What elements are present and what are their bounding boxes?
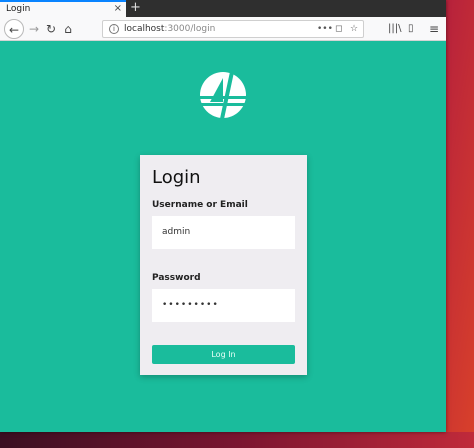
tab-title: Login bbox=[6, 4, 31, 14]
url-text: localhost:3000/login bbox=[124, 21, 215, 37]
new-tab-button[interactable]: + bbox=[130, 0, 141, 16]
close-tab-icon[interactable]: × bbox=[114, 2, 122, 16]
username-label: Username or Email bbox=[152, 200, 248, 210]
menu-icon[interactable]: ≡ bbox=[429, 19, 439, 39]
logo-icon bbox=[200, 72, 246, 119]
password-label: Password bbox=[152, 273, 201, 283]
bookmark-star-icon[interactable]: ☆ bbox=[350, 21, 358, 37]
password-input[interactable]: ••••••••• bbox=[152, 289, 295, 322]
page-actions-icon[interactable]: ••• bbox=[317, 21, 333, 37]
home-button[interactable]: ⌂ bbox=[58, 19, 78, 39]
logo-graphic bbox=[200, 72, 246, 119]
tab-strip: Login × + bbox=[0, 0, 446, 17]
navigation-bar: ← → ↻ ⌂ i localhost:3000/login ••• ◻ ☆ |… bbox=[0, 17, 446, 41]
login-card: Login Username or Email admin Password •… bbox=[140, 155, 307, 375]
library-icon[interactable]: |||\ bbox=[388, 19, 401, 39]
desktop-wallpaper bbox=[0, 432, 474, 448]
back-button[interactable]: ← bbox=[4, 19, 24, 39]
tab-login[interactable]: Login × bbox=[0, 0, 126, 17]
url-path: :3000/login bbox=[164, 24, 216, 34]
login-button[interactable]: Log In bbox=[152, 345, 295, 364]
sidebar-icon[interactable]: ▯ bbox=[408, 19, 414, 39]
url-bar[interactable]: i localhost:3000/login ••• ◻ ☆ bbox=[102, 20, 364, 38]
login-title: Login bbox=[152, 167, 201, 188]
info-icon[interactable]: i bbox=[109, 24, 119, 34]
url-host: localhost bbox=[124, 24, 165, 34]
pocket-icon[interactable]: ◻ bbox=[335, 21, 342, 37]
browser-window: Login × + ← → ↻ ⌂ i localhost:3000/login… bbox=[0, 0, 446, 432]
username-input[interactable]: admin bbox=[152, 216, 295, 249]
